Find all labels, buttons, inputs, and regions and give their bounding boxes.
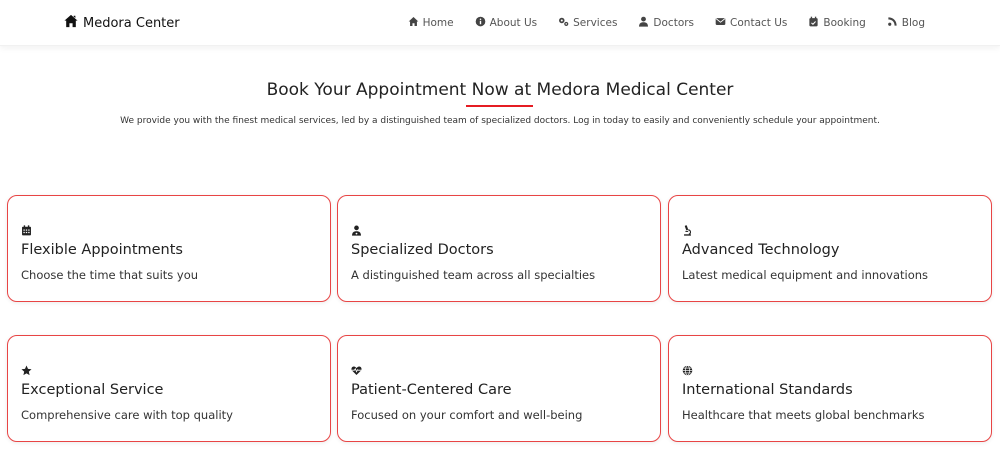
- feature-title: Specialized Doctors: [351, 242, 494, 258]
- nav-label: Blog: [901, 17, 925, 29]
- feature-title: Advanced Technology: [682, 242, 840, 258]
- page-subtitle: We provide you with the finest medical s…: [120, 116, 880, 126]
- globe-icon: [682, 361, 693, 376]
- feature-title: Patient-Centered Care: [351, 382, 512, 398]
- calendar-check-icon: [808, 16, 819, 30]
- title-underline: [466, 105, 533, 107]
- feature-title: Exceptional Service: [21, 382, 164, 398]
- feature-description: Latest medical equipment and innovations: [682, 268, 929, 282]
- nav-label: Booking: [823, 17, 866, 29]
- star-icon: [21, 361, 32, 376]
- nav-label: Contact Us: [730, 17, 788, 29]
- nav-item-blog[interactable]: Blog: [887, 16, 925, 30]
- home-icon: [408, 16, 419, 30]
- feature-card-patient-centered-care: Patient-Centered Care Focused on your co…: [337, 335, 661, 442]
- gears-icon: [558, 16, 569, 30]
- microscope-icon: [682, 221, 693, 236]
- nav-label: Doctors: [653, 17, 695, 29]
- navbar: Medora Center Home About Us Services Doc…: [0, 0, 1000, 46]
- nav-label: Services: [573, 17, 618, 29]
- feature-description: Healthcare that meets global benchmarks: [682, 408, 925, 422]
- brand-name: Medora Center: [83, 15, 180, 31]
- feature-description: Focused on your comfort and well-being: [351, 408, 583, 422]
- info-circle-icon: [475, 16, 486, 30]
- feature-description: Comprehensive care with top quality: [21, 408, 233, 422]
- page-title: Book Your Appointment Now at Medora Medi…: [266, 80, 734, 100]
- nav-item-booking[interactable]: Booking: [808, 16, 866, 30]
- nav-item-about[interactable]: About Us: [475, 16, 538, 30]
- brand-link[interactable]: Medora Center: [64, 14, 180, 32]
- heart-pulse-icon: [351, 361, 362, 375]
- feature-description: Choose the time that suits you: [21, 268, 199, 282]
- nav-menu: Home About Us Services Doctors Contact U…: [408, 16, 925, 30]
- feature-card-international-standards: International Standards Healthcare that …: [668, 335, 992, 442]
- nav-label: Home: [422, 17, 454, 29]
- feature-title: Flexible Appointments: [21, 242, 183, 258]
- feature-description: A distinguished team across all specialt…: [351, 268, 596, 282]
- feature-card-flexible-appointments: Flexible Appointments Choose the time th…: [7, 195, 331, 302]
- nav-item-contact[interactable]: Contact Us: [715, 16, 787, 30]
- doctor-icon: [351, 221, 362, 236]
- nav-item-doctors[interactable]: Doctors: [638, 16, 694, 30]
- envelope-icon: [715, 16, 726, 30]
- nav-item-services[interactable]: Services: [558, 16, 617, 30]
- nav-label: About Us: [489, 17, 538, 29]
- doctor-icon: [638, 16, 649, 30]
- feature-card-advanced-technology: Advanced Technology Latest medical equip…: [668, 195, 992, 302]
- nav-item-home[interactable]: Home: [408, 16, 454, 30]
- feature-card-exceptional-service: Exceptional Service Comprehensive care w…: [7, 335, 331, 442]
- feature-title: International Standards: [682, 382, 853, 398]
- feature-card-specialized-doctors: Specialized Doctors A distinguished team…: [337, 195, 661, 302]
- blog-icon: [887, 16, 898, 30]
- calendar-icon: [21, 221, 32, 236]
- house-icon: [64, 14, 78, 32]
